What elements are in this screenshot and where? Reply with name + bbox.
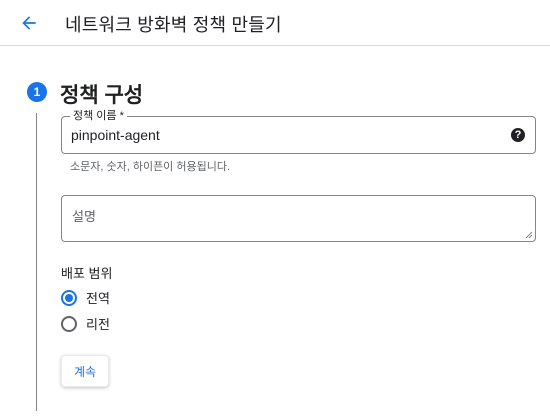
scope-option-global[interactable]: 전역 <box>61 288 110 307</box>
radio-button-unchecked[interactable] <box>61 315 77 332</box>
continue-button[interactable]: 계속 <box>61 355 109 387</box>
policy-name-input[interactable]: pinpoint-agent <box>71 127 160 143</box>
step-number-badge: 1 <box>27 82 47 102</box>
scope-option-global-label: 전역 <box>86 291 110 306</box>
radio-button-checked[interactable] <box>61 289 77 306</box>
scope-option-region[interactable]: 리전 <box>61 314 110 333</box>
step-title: 정책 구성 <box>60 84 144 107</box>
back-button[interactable] <box>14 8 44 38</box>
arrow-back-icon <box>22 16 36 30</box>
description-placeholder: 설명 <box>72 209 96 224</box>
step-connector-line <box>36 113 37 411</box>
deployment-scope-label: 배포 범위 <box>61 266 113 281</box>
resize-handle-icon[interactable] <box>525 231 533 239</box>
policy-name-field[interactable]: 정책 이름 * pinpoint-agent ? <box>61 109 536 154</box>
description-field[interactable]: 설명 <box>61 195 536 242</box>
top-bar: 네트워크 방화벽 정책 만들기 <box>0 0 550 46</box>
policy-name-hint: 소문자, 숫자, 하이픈이 허용됩니다. <box>70 161 231 173</box>
policy-name-label: 정책 이름 * <box>70 109 127 123</box>
scope-option-region-label: 리전 <box>86 317 110 332</box>
page-title: 네트워크 방화벽 정책 만들기 <box>65 15 282 35</box>
help-icon[interactable]: ? <box>511 128 525 142</box>
